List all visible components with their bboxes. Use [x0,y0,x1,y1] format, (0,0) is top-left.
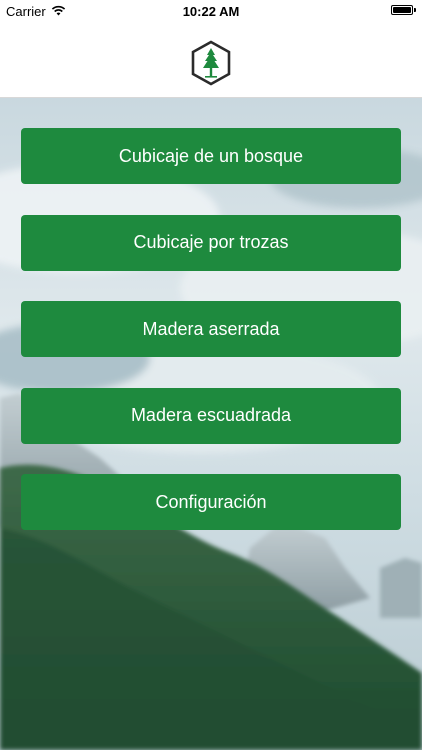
battery-icon [391,5,413,15]
menu-button-cubicaje-bosque[interactable]: Cubicaje de un bosque [21,128,401,184]
menu-button-madera-escuadrada[interactable]: Madera escuadrada [21,387,401,444]
app-screen: Carrier 10:22 AM Cubicaje de un bosque C… [0,0,422,750]
menu-button-cubicaje-trozas[interactable]: Cubicaje por trozas [21,214,401,271]
tree-hexagon-logo-icon [190,40,232,86]
battery-level [393,7,411,13]
battery-cap [414,8,416,12]
menu-button-configuracion[interactable]: Configuración [21,474,401,530]
menu-button-madera-aserrada[interactable]: Madera aserrada [21,301,401,357]
navigation-bar [0,22,422,98]
main-menu: Cubicaje de un bosque Cubicaje por troza… [21,128,401,561]
status-bar: Carrier 10:22 AM [0,0,422,22]
status-time: 10:22 AM [182,4,240,19]
status-right [391,5,416,15]
